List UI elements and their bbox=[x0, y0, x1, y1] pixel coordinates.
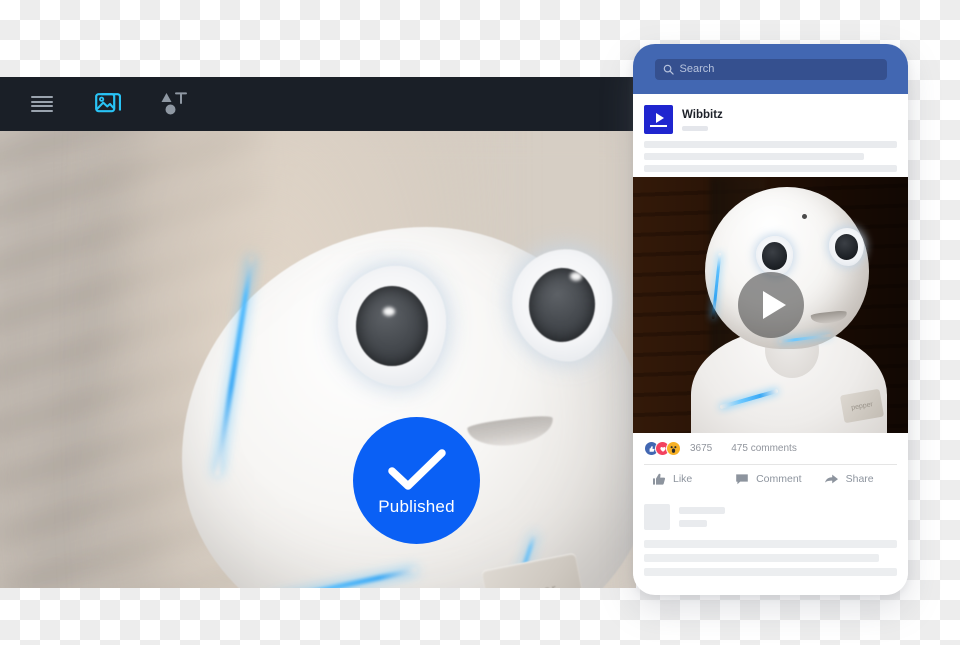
placeholder-line bbox=[644, 554, 880, 562]
post-video-thumbnail[interactable]: pepper bbox=[633, 177, 908, 433]
play-button[interactable] bbox=[737, 272, 804, 338]
placeholder-line bbox=[644, 568, 897, 576]
reaction-icons[interactable] bbox=[644, 441, 681, 456]
post-meta-placeholder bbox=[682, 125, 708, 131]
next-post-placeholder bbox=[633, 530, 908, 576]
post-text-line bbox=[644, 153, 864, 160]
post-text-line bbox=[644, 165, 897, 172]
comment-line-placeholder bbox=[679, 520, 707, 527]
editor-panel: pepper Published bbox=[0, 77, 636, 588]
like-button[interactable]: Like bbox=[644, 472, 735, 486]
image-icon bbox=[95, 93, 121, 113]
post-reactions: 3675 475 comments bbox=[633, 433, 908, 464]
reaction-count: 3675 bbox=[690, 443, 713, 454]
editor-toolbar bbox=[0, 77, 636, 131]
comment-label: Comment bbox=[756, 473, 802, 485]
robot-name-plate-text: pepper bbox=[510, 580, 558, 588]
text-shape-tool-button[interactable] bbox=[154, 84, 194, 124]
like-label: Like bbox=[673, 473, 693, 485]
share-button[interactable]: Share bbox=[824, 472, 897, 486]
feed-post: Wibbitz pepper 3675 475 comments Like Co… bbox=[633, 94, 908, 576]
check-icon bbox=[387, 448, 446, 490]
editor-canvas[interactable]: pepper Published bbox=[0, 131, 636, 588]
phone-mockup: Search Wibbitz pepper 3675 475 comments … bbox=[633, 44, 908, 595]
media-tool-button[interactable] bbox=[88, 84, 128, 124]
published-status-badge[interactable]: Published bbox=[353, 417, 480, 544]
comment-preview bbox=[633, 495, 908, 530]
post-text-line bbox=[644, 141, 897, 148]
avatar[interactable] bbox=[644, 105, 673, 134]
video-robot-name-plate-text: pepper bbox=[850, 400, 874, 412]
comment-button[interactable]: Comment bbox=[735, 472, 824, 486]
share-arrow-icon bbox=[824, 474, 838, 484]
comment-bubble-icon bbox=[736, 474, 748, 485]
robot-photo: pepper bbox=[0, 131, 636, 588]
post-actions: Like Comment Share bbox=[633, 465, 908, 495]
canvas-stage: pepper Published Search bbox=[0, 0, 960, 645]
play-icon bbox=[762, 291, 786, 319]
comment-line-placeholder bbox=[679, 507, 725, 514]
published-label: Published bbox=[378, 496, 455, 516]
search-input[interactable]: Search bbox=[654, 58, 887, 80]
play-badge-icon bbox=[655, 112, 664, 123]
wow-reaction-icon bbox=[666, 441, 681, 456]
text-shape-icon bbox=[161, 92, 187, 115]
video-robot-eye-right bbox=[829, 228, 864, 266]
comment-count: 475 comments bbox=[731, 443, 797, 454]
hamburger-menu-icon bbox=[31, 96, 53, 112]
comment-avatar-placeholder bbox=[644, 504, 670, 530]
post-author-name: Wibbitz bbox=[682, 109, 723, 122]
hamburger-menu-button[interactable] bbox=[22, 84, 62, 124]
phone-app-header: Search bbox=[633, 44, 908, 94]
share-label: Share bbox=[845, 473, 874, 485]
video-robot-eye-left bbox=[756, 236, 793, 276]
placeholder-line bbox=[644, 540, 897, 548]
post-header: Wibbitz bbox=[633, 94, 908, 141]
search-placeholder: Search bbox=[679, 63, 715, 75]
search-icon bbox=[663, 64, 674, 75]
thumbs-up-icon bbox=[653, 473, 666, 485]
